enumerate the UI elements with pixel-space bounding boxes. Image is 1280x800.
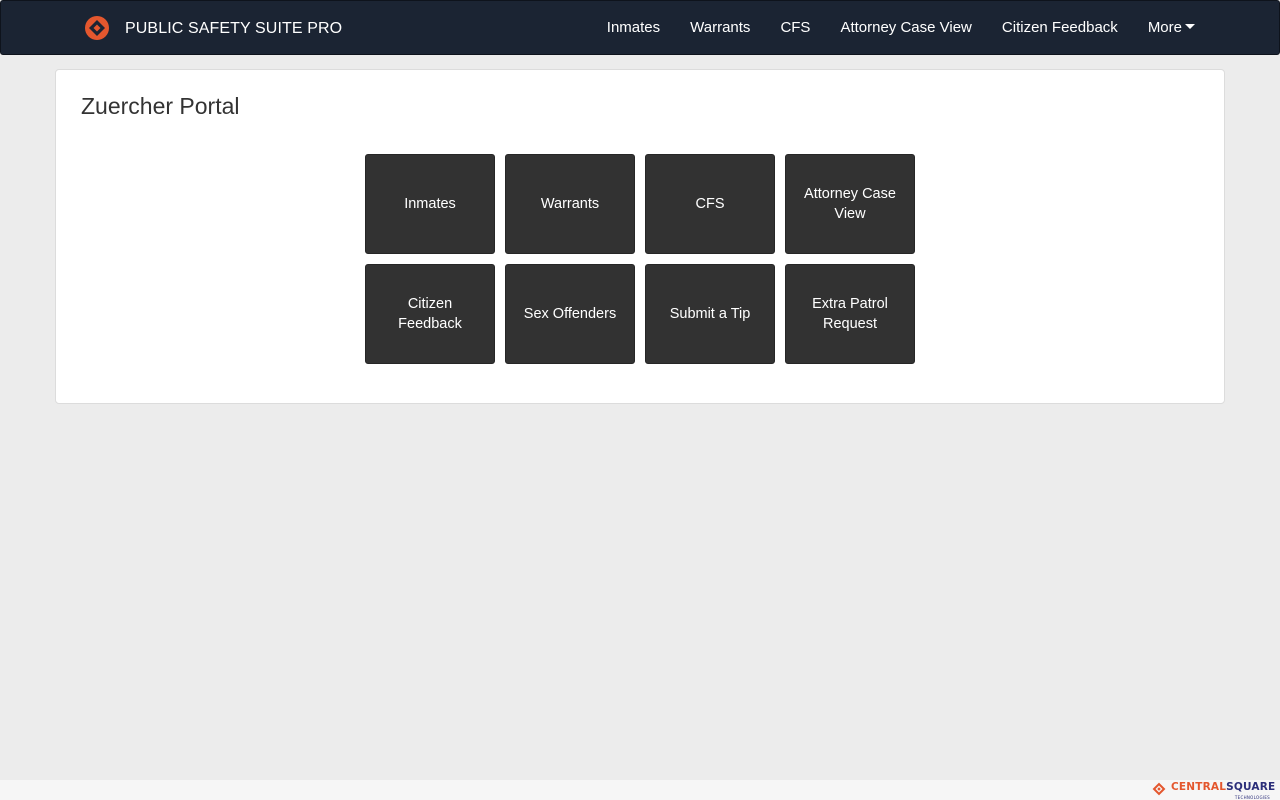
footer-logo-part2: SQUARE bbox=[1226, 781, 1276, 793]
tile-extra-patrol-request[interactable]: Extra Patrol Request bbox=[785, 264, 915, 364]
footer-logo-sub: TECHNOLOGIES bbox=[1234, 795, 1270, 800]
tile-label: Inmates bbox=[404, 196, 456, 212]
tile-label: Warrants bbox=[540, 196, 600, 212]
nav-item-attorney-case-view[interactable]: Attorney Case View bbox=[840, 19, 971, 36]
tile-label: Extra Patrol Request bbox=[812, 296, 888, 332]
nav-item-cfs[interactable]: CFS bbox=[780, 19, 810, 36]
tile-attorney-case-view[interactable]: Attorney Case View bbox=[785, 154, 915, 254]
nav-more-dropdown[interactable]: More bbox=[1148, 19, 1195, 36]
brand[interactable]: PUBLIC SAFETY SUITE PRO bbox=[85, 15, 342, 41]
footer: CENTRALSQUARE TECHNOLOGIES bbox=[0, 780, 1280, 800]
nav-item-inmates[interactable]: Inmates bbox=[607, 19, 660, 36]
footer-logo-part1: CENTRAL bbox=[1171, 781, 1227, 793]
tile-cfs[interactable]: CFS bbox=[645, 154, 775, 254]
top-navbar: PUBLIC SAFETY SUITE PRO Inmates Warrants… bbox=[0, 0, 1280, 55]
tile-warrants[interactable]: Warrants bbox=[505, 154, 635, 254]
footer-logo-name: CENTRALSQUARE bbox=[1171, 781, 1275, 794]
tile-inmates[interactable]: Inmates bbox=[365, 154, 495, 254]
nav-more-label: More bbox=[1147, 19, 1182, 36]
tile-label: CFS bbox=[695, 196, 725, 212]
tile-label: Sex Offenders bbox=[523, 306, 617, 322]
tile-grid: Inmates Warrants CFS Attorney Case View … bbox=[365, 154, 925, 364]
centralsquare-diamond-icon bbox=[85, 16, 109, 40]
footer-logo[interactable]: CENTRALSQUARE TECHNOLOGIES bbox=[1152, 781, 1275, 800]
tile-label: Citizen Feedback bbox=[398, 296, 462, 332]
nav-item-warrants[interactable]: Warrants bbox=[690, 19, 750, 36]
tile-sex-offenders[interactable]: Sex Offenders bbox=[505, 264, 635, 364]
portal-card: Zuercher Portal Inmates Warrants CFS Att… bbox=[55, 69, 1225, 404]
app-title: PUBLIC SAFETY SUITE PRO bbox=[125, 20, 343, 37]
tile-citizen-feedback[interactable]: Citizen Feedback bbox=[365, 264, 495, 364]
tile-label: Submit a Tip bbox=[669, 306, 751, 322]
centralsquare-diamond-icon bbox=[1152, 782, 1166, 796]
tile-label: Attorney Case View bbox=[804, 186, 896, 222]
tile-submit-a-tip[interactable]: Submit a Tip bbox=[645, 264, 775, 364]
nav-item-citizen-feedback[interactable]: Citizen Feedback bbox=[1002, 19, 1118, 36]
page-title: Zuercher Portal bbox=[81, 93, 240, 119]
nav-links: Inmates Warrants CFS Attorney Case View … bbox=[607, 1, 1195, 54]
caret-down-icon bbox=[1185, 23, 1195, 29]
